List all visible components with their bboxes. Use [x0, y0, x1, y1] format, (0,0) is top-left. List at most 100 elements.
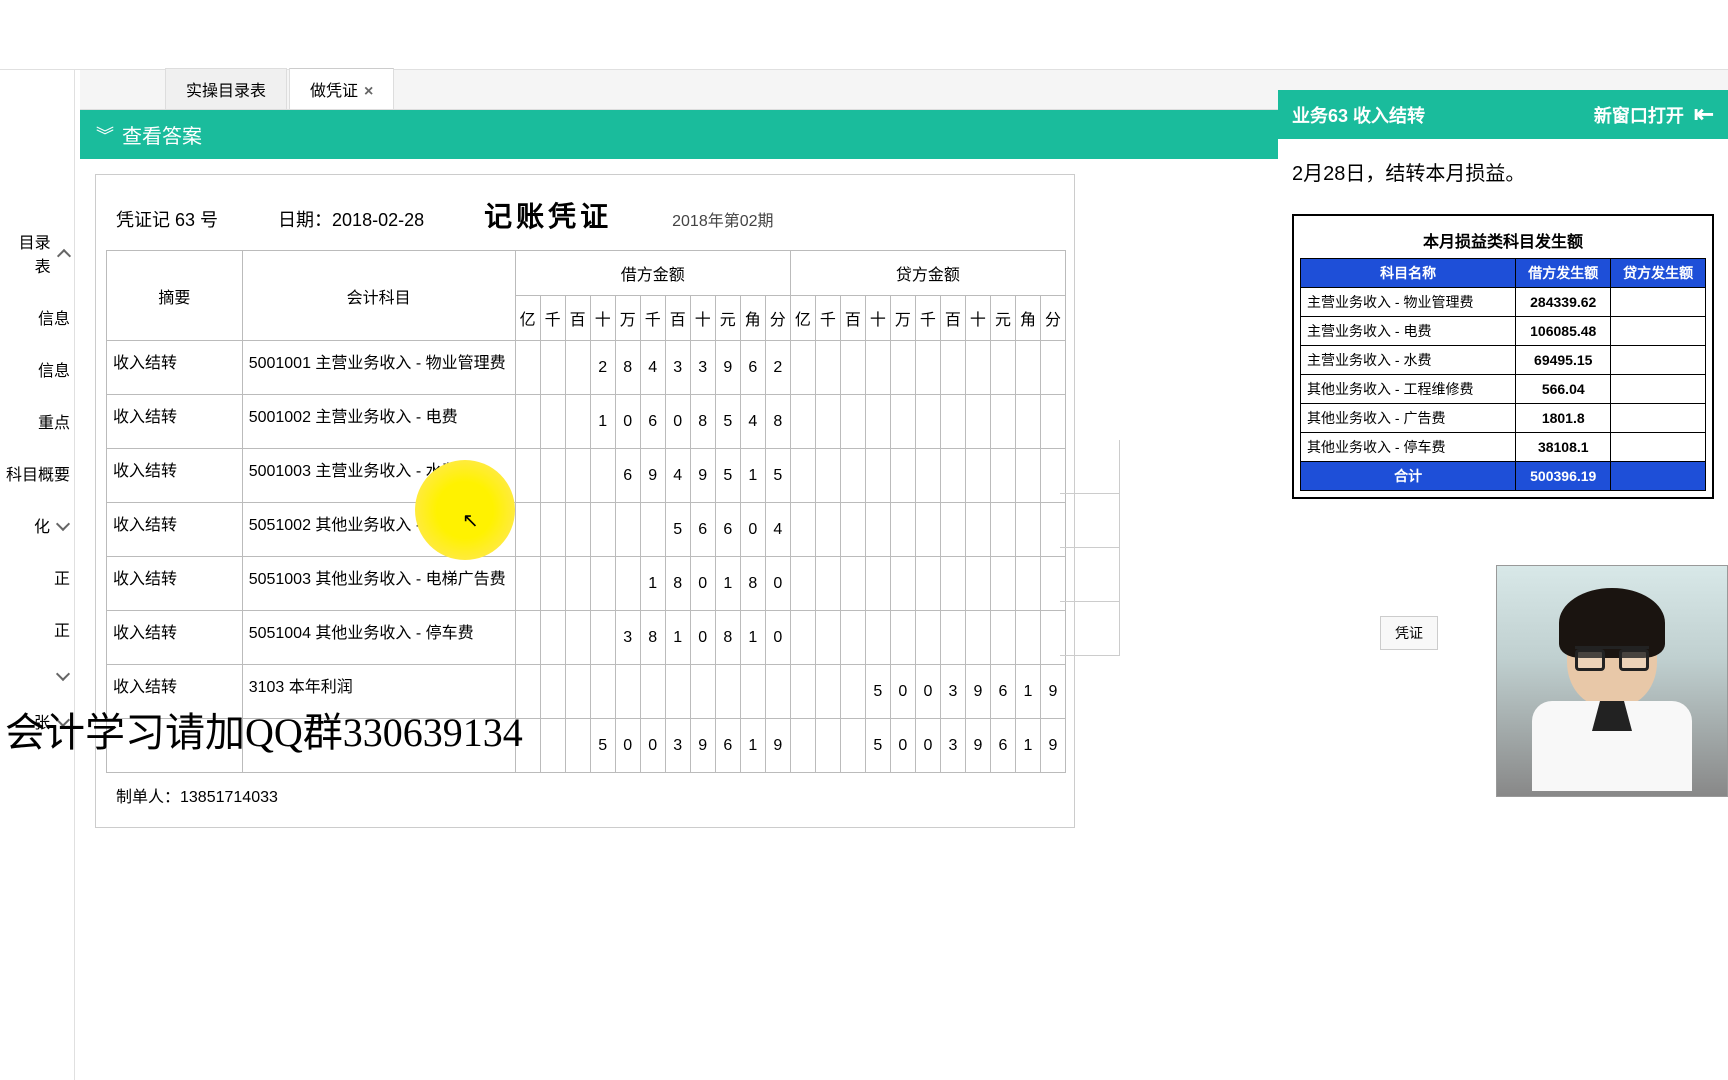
digit-cell	[915, 503, 940, 557]
close-icon[interactable]: ×	[364, 83, 373, 100]
digit-cell	[615, 557, 640, 611]
digit-cell: 8	[715, 611, 740, 665]
sidebar-item[interactable]: 目录表	[0, 215, 75, 291]
header-credit: 贷方金额	[790, 251, 1065, 296]
sidebar-item[interactable]: 信息	[0, 291, 75, 343]
voucher-period: 2018年第02期	[672, 207, 773, 231]
digit-cell	[540, 665, 565, 719]
sidebar-item[interactable]: 科目概要	[0, 447, 75, 499]
digit-cell	[540, 449, 565, 503]
digit-cell	[865, 503, 890, 557]
voucher-row: 收入结转5051002 其他业务收入 - 工程维修费56604	[107, 503, 1066, 557]
digit-cell	[565, 611, 590, 665]
digit-cell: 0	[915, 665, 940, 719]
digit-cell: 5	[865, 719, 890, 773]
digit-cell	[790, 665, 815, 719]
voucher-date: 日期：2018-02-28	[278, 206, 424, 232]
digit-cell	[590, 449, 615, 503]
presenter-video	[1496, 565, 1728, 797]
arrow-left-icon[interactable]: ⇤	[1694, 100, 1714, 129]
cursor-icon: ↖	[462, 508, 479, 533]
side-header: 业务63 收入结转 新窗口打开 ⇤	[1278, 90, 1728, 139]
summary-title: 本月损益类科目发生额	[1301, 222, 1706, 259]
row-account: 5051004 其他业务收入 - 停车费	[242, 611, 515, 665]
sidebar-item[interactable]: 正	[0, 551, 75, 603]
new-window-link[interactable]: 新窗口打开	[1594, 102, 1684, 128]
digit-cell	[990, 611, 1015, 665]
voucher-row: 收入结转5051004 其他业务收入 - 停车费3810810	[107, 611, 1066, 665]
digit-cell	[640, 503, 665, 557]
digit-cell: 0	[640, 719, 665, 773]
digit-cell	[965, 449, 990, 503]
unit-header: 元	[990, 296, 1015, 341]
digit-cell	[1040, 341, 1065, 395]
summary-row: 主营业务收入 - 电费106085.48	[1301, 317, 1706, 346]
digit-cell	[815, 557, 840, 611]
sidebar-item[interactable]	[0, 655, 75, 695]
summary-table: 本月损益类科目发生额科目名称借方发生额贷方发生额主营业务收入 - 物业管理费28…	[1300, 222, 1706, 491]
sidebar-item[interactable]: 正	[0, 603, 75, 655]
tab-voucher[interactable]: 做凭证×	[289, 68, 394, 109]
digit-cell: 1	[740, 449, 765, 503]
digit-cell	[915, 557, 940, 611]
digit-cell: 9	[640, 449, 665, 503]
digit-cell: 8	[765, 395, 790, 449]
summary-row: 主营业务收入 - 物业管理费284339.62	[1301, 288, 1706, 317]
digit-cell	[865, 341, 890, 395]
digit-cell	[740, 665, 765, 719]
digit-cell	[790, 395, 815, 449]
digit-cell	[715, 665, 740, 719]
unit-header: 千	[915, 296, 940, 341]
voucher-button[interactable]: 凭证	[1380, 616, 1438, 650]
digit-cell	[790, 449, 815, 503]
digit-cell	[665, 665, 690, 719]
digit-cell	[865, 395, 890, 449]
sidebar-item[interactable]: 化	[0, 499, 75, 551]
unit-header: 分	[765, 296, 790, 341]
digit-cell: 1	[740, 719, 765, 773]
summary-row: 其他业务收入 - 停车费38108.1	[1301, 433, 1706, 462]
tab-directory[interactable]: 实操目录表	[165, 68, 287, 109]
digit-cell	[1015, 611, 1040, 665]
voucher-row: 收入结转5001002 主营业务收入 - 电费10608548	[107, 395, 1066, 449]
digit-cell: 3	[940, 719, 965, 773]
digit-cell: 8	[690, 395, 715, 449]
digit-cell	[840, 449, 865, 503]
digit-cell	[890, 449, 915, 503]
unit-header: 元	[715, 296, 740, 341]
summary-header: 科目名称	[1301, 259, 1516, 288]
voucher-number: 凭证记 63 号	[116, 206, 218, 232]
digit-cell	[940, 449, 965, 503]
digit-cell	[890, 503, 915, 557]
sidebar-item[interactable]: 重点	[0, 395, 75, 447]
digit-cell: 1	[1015, 665, 1040, 719]
unit-header: 亿	[790, 296, 815, 341]
digit-cell	[615, 503, 640, 557]
digit-cell: 8	[740, 557, 765, 611]
digit-cell	[765, 665, 790, 719]
digit-cell: 6	[990, 719, 1015, 773]
summary-row: 其他业务收入 - 工程维修费566.04	[1301, 375, 1706, 404]
digit-cell	[815, 503, 840, 557]
unit-header: 十	[865, 296, 890, 341]
unit-header: 百	[840, 296, 865, 341]
digit-cell	[815, 665, 840, 719]
row-account: 5001001 主营业务收入 - 物业管理费	[242, 341, 515, 395]
left-sidebar: 目录表信息信息重点科目概要化正正张	[0, 70, 75, 1080]
unit-header: 角	[740, 296, 765, 341]
chevron-down-icon: ︾	[96, 122, 114, 148]
digit-cell	[965, 611, 990, 665]
unit-header: 万	[890, 296, 915, 341]
digit-cell: 2	[590, 341, 615, 395]
digit-cell	[565, 557, 590, 611]
summary-row: 其他业务收入 - 广告费1801.8	[1301, 404, 1706, 433]
digit-cell: 5	[865, 665, 890, 719]
digit-cell	[790, 341, 815, 395]
sidebar-item[interactable]: 信息	[0, 343, 75, 395]
digit-cell	[840, 341, 865, 395]
voucher-title: 记账凭证	[484, 195, 612, 235]
digit-cell	[865, 611, 890, 665]
digit-cell	[515, 503, 540, 557]
digit-cell	[990, 341, 1015, 395]
digit-cell	[615, 665, 640, 719]
